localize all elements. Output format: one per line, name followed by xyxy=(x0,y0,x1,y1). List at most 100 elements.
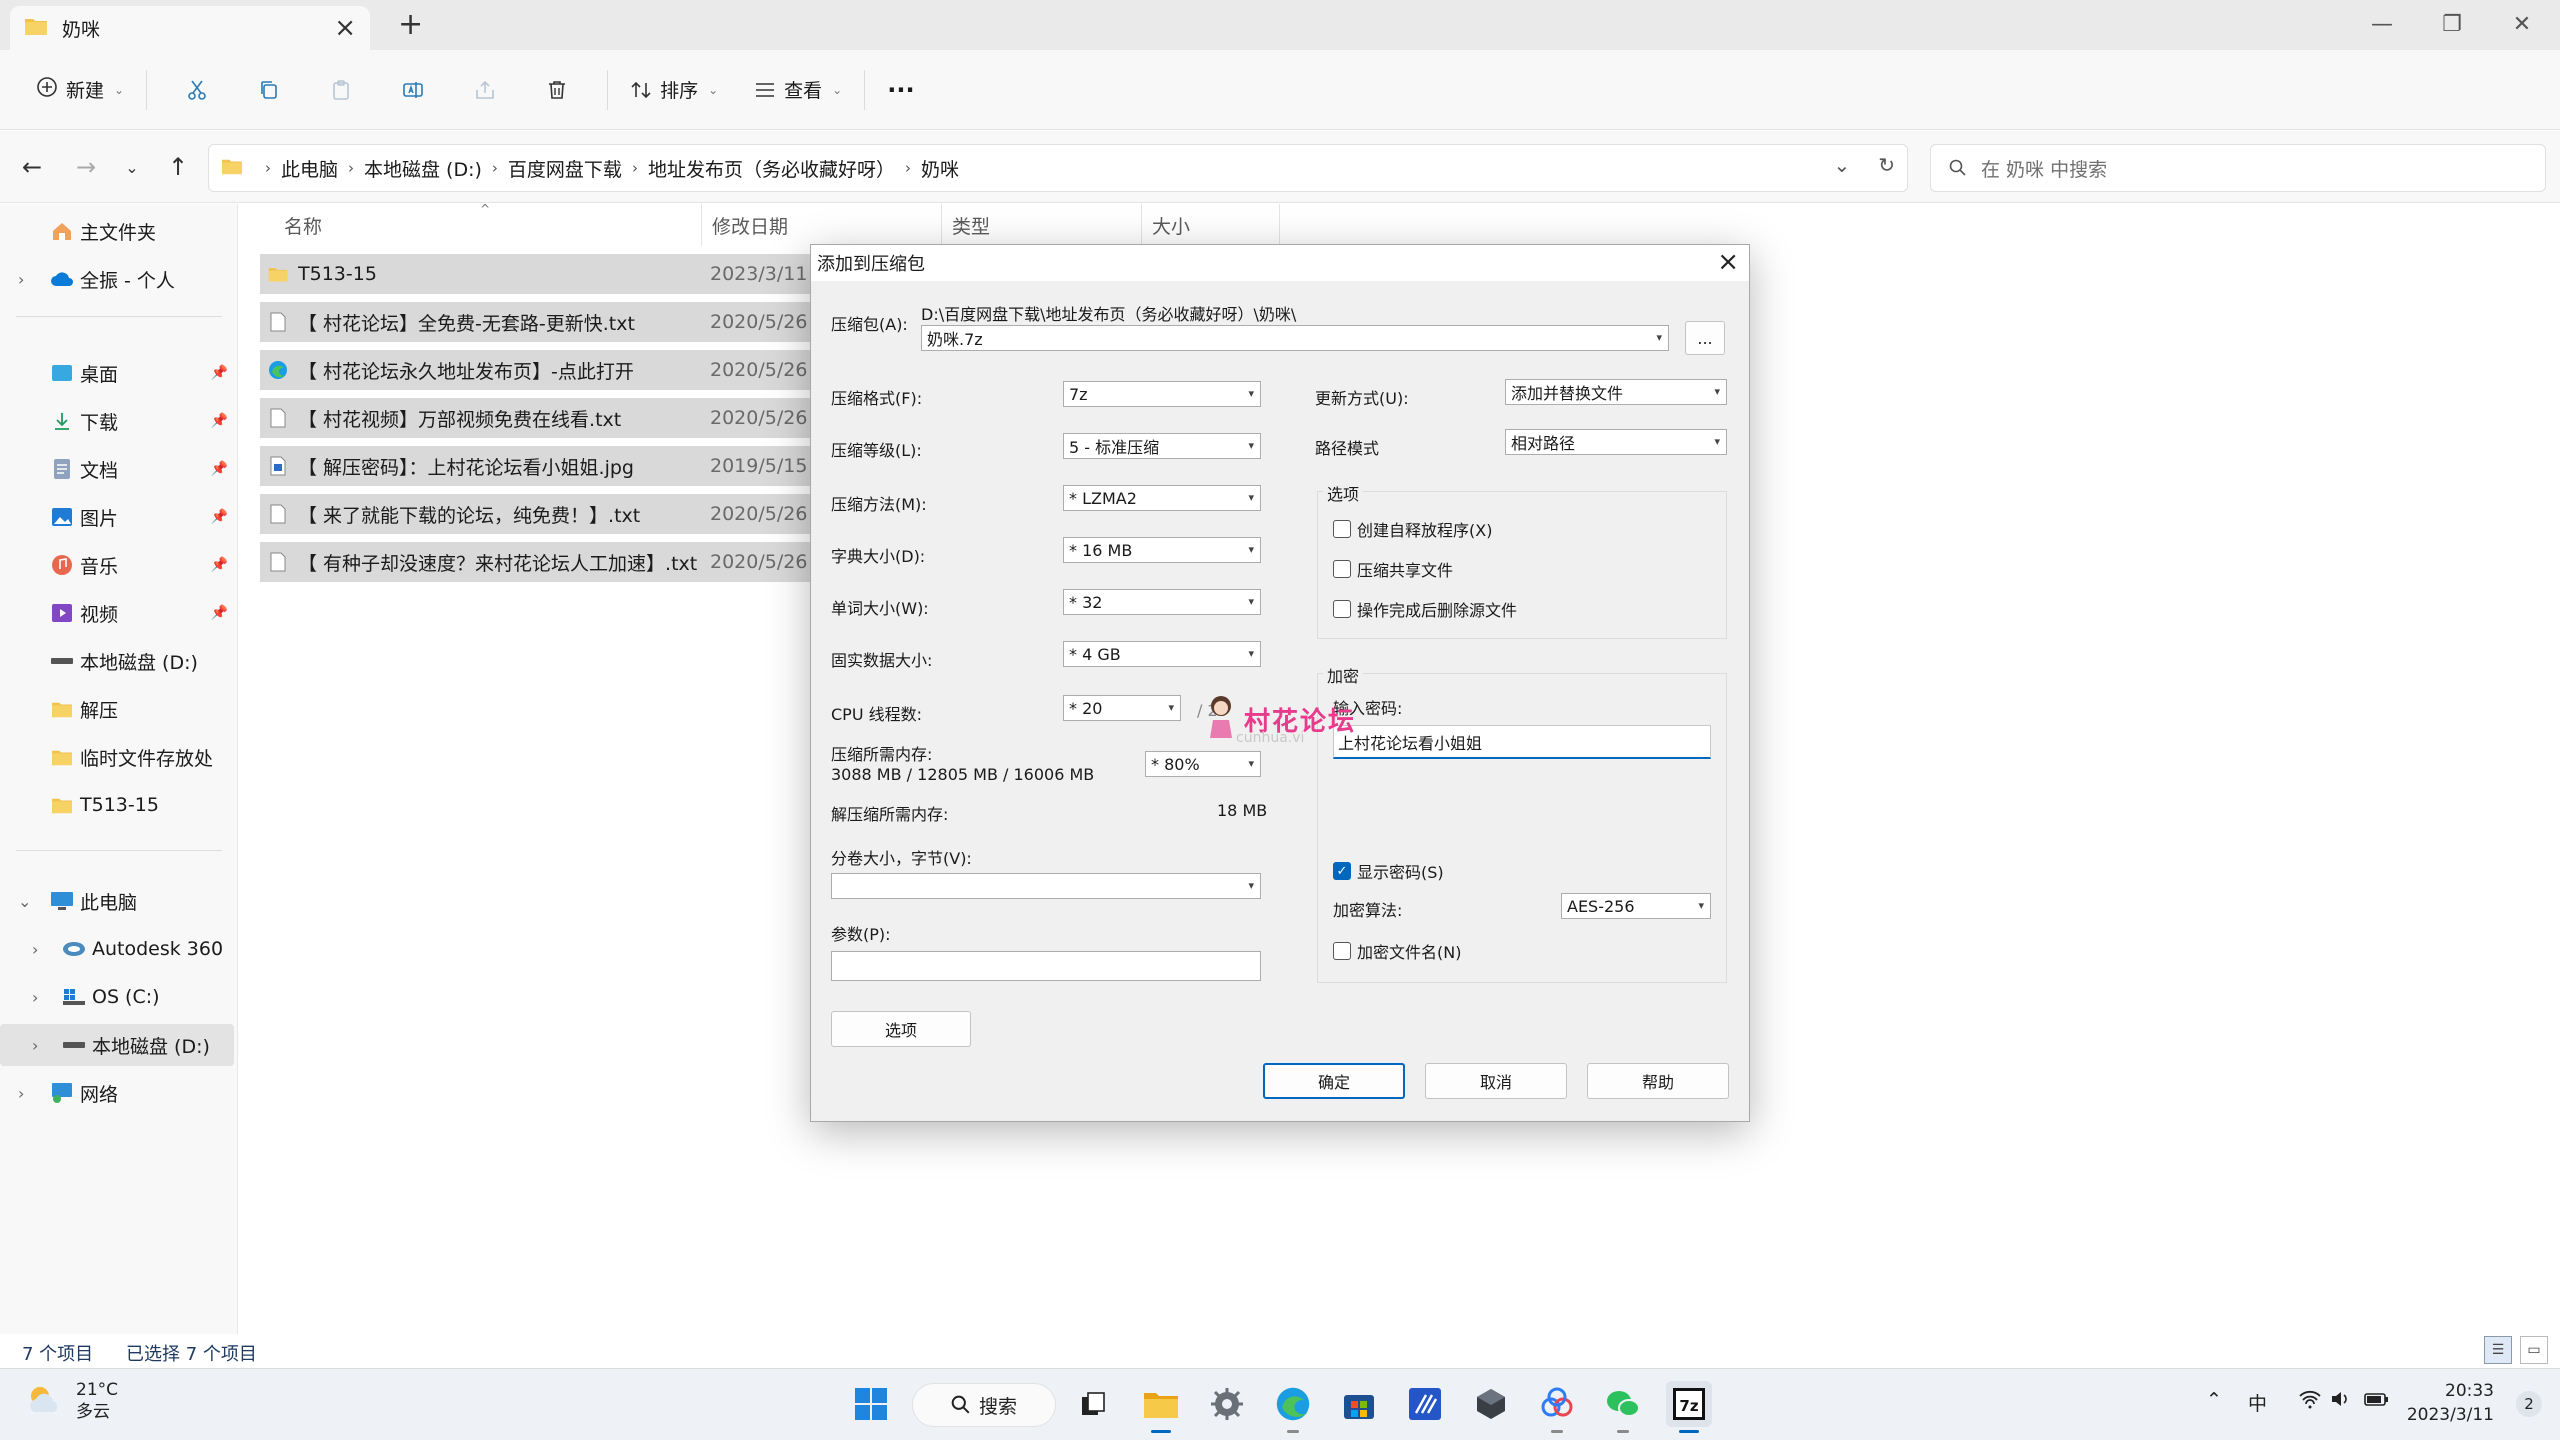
split-size-combo[interactable]: ▾ xyxy=(831,873,1261,899)
sidebar-item-this-pc[interactable]: ⌄ 此电脑 xyxy=(0,880,234,922)
sidebar-item-downloads[interactable]: 下载 📌 xyxy=(0,400,234,442)
column-header-date[interactable]: 修改日期 xyxy=(702,204,942,246)
clock[interactable]: 20:33 2023/3/11 xyxy=(2407,1379,2494,1427)
taskbar-search[interactable]: 搜索 xyxy=(912,1383,1056,1427)
column-header-name[interactable]: 名称 ^ xyxy=(240,202,702,246)
column-header-type[interactable]: 类型 xyxy=(942,204,1142,246)
tab-current[interactable]: 奶咪 × xyxy=(10,6,370,50)
checkbox[interactable] xyxy=(1333,560,1351,578)
archive-name-combo[interactable]: 奶咪.7z ▾ xyxy=(921,325,1669,351)
weather-widget[interactable]: 21°C 多云 xyxy=(24,1379,118,1423)
encryption-method-select[interactable]: AES-256 ▾ xyxy=(1561,893,1711,919)
solid-select[interactable]: * 4 GB ▾ xyxy=(1063,641,1261,667)
rename-button[interactable] xyxy=(377,68,449,112)
sidebar-item-folder[interactable]: 解压 xyxy=(0,688,234,730)
cancel-button[interactable]: 取消 xyxy=(1425,1063,1567,1099)
sidebar-item-autodesk[interactable]: › Autodesk 360 xyxy=(0,928,234,970)
encrypt-names-checkbox[interactable]: 加密文件名(N) xyxy=(1333,939,1461,963)
taskbar-settings[interactable] xyxy=(1204,1381,1250,1427)
breadcrumb-item[interactable]: 奶咪 xyxy=(921,155,959,182)
close-tab-icon[interactable]: × xyxy=(334,15,356,41)
taskbar-baidu-netdisk[interactable] xyxy=(1534,1381,1580,1433)
minimize-button[interactable]: — xyxy=(2362,6,2402,42)
back-button[interactable]: ← xyxy=(14,149,50,185)
close-window-button[interactable]: ✕ xyxy=(2502,6,2542,42)
sidebar-item-drive-d[interactable]: 本地磁盘 (D:) xyxy=(0,640,234,682)
chevron-right-icon[interactable]: › xyxy=(18,1084,24,1103)
wifi-icon[interactable] xyxy=(2298,1389,2322,1414)
chevron-right-icon[interactable]: › xyxy=(32,988,38,1007)
pin-icon[interactable]: 📌 xyxy=(211,413,228,429)
forward-button[interactable]: → xyxy=(68,149,104,185)
refresh-button[interactable]: ↻ xyxy=(1878,153,1895,177)
breadcrumb-item[interactable]: 本地磁盘 (D:) xyxy=(364,155,482,182)
tiles-view-button[interactable]: ▭ xyxy=(2520,1336,2548,1364)
sidebar-item-drive-c[interactable]: › OS (C:) xyxy=(0,976,234,1018)
new-button[interactable]: 新建 ⌄ xyxy=(28,68,132,112)
search-input[interactable]: 在 奶咪 中搜索 xyxy=(1930,144,2546,192)
method-select[interactable]: * LZMA2 ▾ xyxy=(1063,485,1261,511)
sidebar-item-music[interactable]: 音乐 📌 xyxy=(0,544,234,586)
details-view-button[interactable]: ☰ xyxy=(2484,1336,2512,1364)
maximize-button[interactable]: ❐ xyxy=(2432,6,2472,42)
options-button[interactable]: 选项 xyxy=(831,1011,971,1047)
delete-after-checkbox[interactable]: 操作完成后删除源文件 xyxy=(1333,597,1517,621)
sidebar-item-folder[interactable]: T513-15 xyxy=(0,784,234,826)
ok-button[interactable]: 确定 xyxy=(1263,1063,1405,1099)
taskbar-app[interactable] xyxy=(1402,1381,1448,1427)
address-bar[interactable]: › 此电脑 › 本地磁盘 (D:) › 百度网盘下载 › 地址发布页（务必收藏好… xyxy=(208,144,1908,192)
battery-icon[interactable] xyxy=(2364,1389,2390,1414)
password-input[interactable]: 上村花论坛看小姐姐 xyxy=(1333,725,1711,759)
pin-icon[interactable]: 📌 xyxy=(211,461,228,477)
taskbar-app-cube[interactable] xyxy=(1468,1381,1514,1427)
dict-select[interactable]: * 16 MB ▾ xyxy=(1063,537,1261,563)
browse-button[interactable]: ... xyxy=(1685,321,1725,355)
taskbar-store[interactable] xyxy=(1336,1381,1382,1427)
task-view-button[interactable] xyxy=(1070,1381,1116,1427)
notification-badge[interactable]: 2 xyxy=(2516,1391,2542,1417)
address-history-button[interactable]: ⌄ xyxy=(1833,153,1850,177)
show-password-checkbox[interactable]: ✓ 显示密码(S) xyxy=(1333,859,1444,883)
paste-button[interactable] xyxy=(305,68,377,112)
breadcrumb-item[interactable]: 百度网盘下载 xyxy=(508,155,622,182)
memory-percent-select[interactable]: * 80% ▾ xyxy=(1145,751,1261,777)
sidebar-item-desktop[interactable]: 桌面 📌 xyxy=(0,352,234,394)
update-mode-select[interactable]: 添加并替换文件 ▾ xyxy=(1505,379,1727,405)
pin-icon[interactable]: 📌 xyxy=(211,365,228,381)
view-button[interactable]: 查看 ⌄ xyxy=(746,68,850,112)
up-button[interactable]: ↑ xyxy=(160,149,196,185)
share-button[interactable] xyxy=(449,68,521,112)
sidebar-item-drive-d[interactable]: › 本地磁盘 (D:) xyxy=(0,1024,234,1066)
sidebar-item-documents[interactable]: 文档 📌 xyxy=(0,448,234,490)
checkbox[interactable] xyxy=(1333,942,1351,960)
volume-icon[interactable] xyxy=(2330,1389,2352,1414)
taskbar-edge[interactable] xyxy=(1270,1381,1316,1433)
sidebar-item-pictures[interactable]: 图片 📌 xyxy=(0,496,234,538)
pin-icon[interactable]: 📌 xyxy=(211,509,228,525)
delete-button[interactable] xyxy=(521,68,593,112)
recent-locations-button[interactable]: ⌄ xyxy=(114,149,150,185)
path-mode-select[interactable]: 相对路径 ▾ xyxy=(1505,429,1727,455)
new-tab-button[interactable]: + xyxy=(398,10,423,40)
start-button[interactable] xyxy=(848,1381,894,1427)
sidebar-item-onedrive[interactable]: › 全振 - 个人 xyxy=(0,258,234,300)
tray-overflow-button[interactable]: ⌃ xyxy=(2206,1389,2222,1411)
threads-select[interactable]: * 20 ▾ xyxy=(1063,695,1181,721)
taskbar-7zip[interactable]: 7z xyxy=(1666,1381,1712,1433)
taskbar-file-explorer[interactable] xyxy=(1138,1381,1184,1433)
pin-icon[interactable]: 📌 xyxy=(211,605,228,621)
taskbar-wechat[interactable] xyxy=(1600,1381,1646,1433)
help-button[interactable]: 帮助 xyxy=(1587,1063,1729,1099)
checkbox[interactable] xyxy=(1333,520,1351,538)
copy-button[interactable] xyxy=(233,68,305,112)
close-icon[interactable]: × xyxy=(1717,247,1739,277)
breadcrumb-item[interactable]: 地址发布页（务必收藏好呀） xyxy=(648,155,895,182)
sidebar-item-home[interactable]: 主文件夹 xyxy=(0,210,234,252)
level-select[interactable]: 5 - 标准压缩 ▾ xyxy=(1063,433,1261,459)
sidebar-item-videos[interactable]: 视频 📌 xyxy=(0,592,234,634)
cut-button[interactable] xyxy=(161,68,233,112)
pin-icon[interactable]: 📌 xyxy=(211,557,228,573)
word-select[interactable]: * 32 ▾ xyxy=(1063,589,1261,615)
params-input[interactable] xyxy=(831,951,1261,981)
chevron-right-icon[interactable]: › xyxy=(18,270,24,289)
